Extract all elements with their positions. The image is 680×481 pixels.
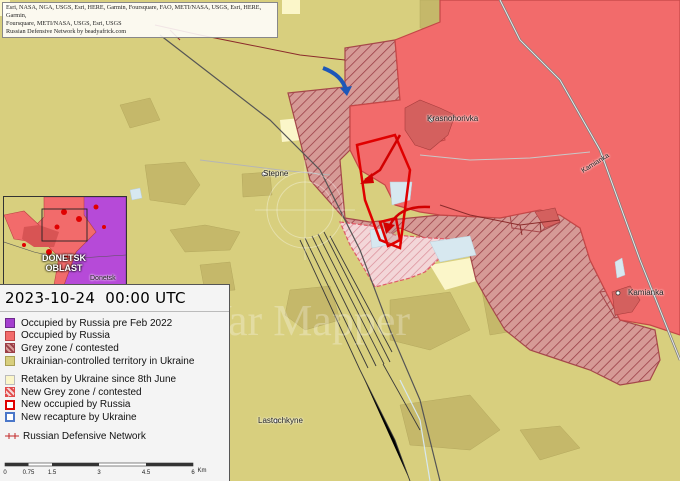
legend-item: New occupied by Russia bbox=[0, 399, 229, 412]
attribution-line: Foursquare, METI/NASA, USGS, Esri, USGS bbox=[6, 20, 122, 27]
timestamp: 2023-10-24 00:00 UTC bbox=[0, 285, 229, 312]
place-label-stepne: Stepne bbox=[263, 169, 289, 178]
legend-item: Occupied by Russia pre Feb 2022 bbox=[0, 317, 229, 330]
place-label-krasnohorivka: Krasnohorivka bbox=[427, 114, 479, 123]
scale-tick: 0 bbox=[3, 470, 7, 476]
defensive-line-swatch bbox=[5, 433, 19, 440]
scale-tick: 1.5 bbox=[47, 470, 57, 476]
legend-item: Ukrainian-controlled territory in Ukrain… bbox=[0, 355, 229, 368]
legend-swatch bbox=[5, 343, 15, 354]
scale-tick: 3 bbox=[97, 470, 101, 476]
legend-item: Russian Defensive Network bbox=[0, 430, 229, 443]
scale-tick: 6 bbox=[191, 470, 195, 476]
legend-swatch bbox=[5, 356, 15, 367]
legend-label: Grey zone / contested bbox=[21, 342, 119, 354]
scale-unit: Km bbox=[197, 468, 207, 474]
legend-item: Occupied by Russia bbox=[0, 330, 229, 343]
attribution-line: Esri, NASA, NGA, USGS, Esri, HERE, Garmi… bbox=[6, 4, 262, 19]
legend-item: Grey zone / contested bbox=[0, 342, 229, 355]
inset-city-label: Donetsk bbox=[90, 275, 116, 282]
legend-swatch bbox=[5, 330, 15, 341]
attribution-line: Russian Defensive Network by beadyafrick… bbox=[6, 28, 127, 35]
legend-label: Occupied by Russia pre Feb 2022 bbox=[21, 317, 173, 329]
legend-label: Ukrainian-controlled territory in Ukrain… bbox=[21, 355, 195, 367]
legend-item: New recapture by Ukraine bbox=[0, 411, 229, 424]
attribution-box: Esri, NASA, NGA, USGS, Esri, HERE, Garmi… bbox=[2, 2, 278, 38]
scale-tick: 0.75 bbox=[22, 470, 35, 476]
legend-label: New occupied by Russia bbox=[21, 399, 131, 411]
legend-swatch bbox=[5, 412, 15, 423]
legend-label: New Grey zone / contested bbox=[21, 386, 142, 398]
legend-label: Russian Defensive Network bbox=[23, 430, 146, 442]
legend-item: Retaken by Ukraine since 8th June bbox=[0, 373, 229, 386]
legend-swatch bbox=[5, 387, 15, 398]
legend-label: Occupied by Russia bbox=[21, 330, 110, 342]
legend-label: Retaken by Ukraine since 8th June bbox=[21, 374, 177, 386]
legend-label: New recapture by Ukraine bbox=[21, 411, 137, 423]
place-label-lastochkyne: Lastochkyne bbox=[258, 416, 303, 425]
inset-oblast-label: DONETSK OBLAST bbox=[41, 253, 86, 273]
place-label-kamianka: Kamianka bbox=[628, 288, 664, 297]
legend-swatch bbox=[5, 318, 15, 329]
inset-overview-map: DONETSK OBLAST Donetsk bbox=[3, 196, 127, 286]
legend-swatch bbox=[5, 374, 15, 385]
legend-item: New Grey zone / contested bbox=[0, 386, 229, 399]
scale-tick: 4.5 bbox=[141, 470, 151, 476]
legend-panel: 2023-10-24 00:00 UTC Occupied by Russia … bbox=[0, 284, 230, 459]
legend-swatch bbox=[5, 399, 15, 410]
scale-bar: 0 0.75 1.5 3 4.5 6 Km bbox=[0, 459, 230, 481]
